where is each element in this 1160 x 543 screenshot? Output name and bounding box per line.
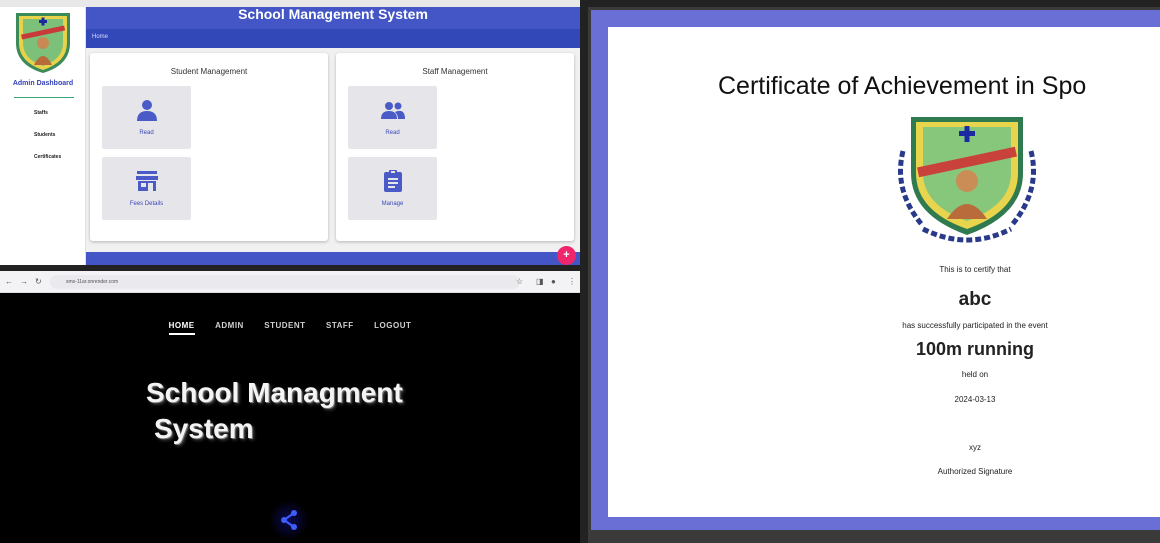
college-seal-icon (898, 117, 1036, 243)
hero-heading: School Managment System (146, 375, 403, 447)
student-read-tile[interactable]: Read (102, 86, 191, 149)
sidebar: Admin Dashboard Staffs Students Certific… (0, 7, 86, 265)
person-icon (137, 100, 157, 121)
sidebar-item-staffs[interactable]: Staffs (34, 110, 48, 116)
staff-management-card: Staff Management Read Manage (336, 53, 574, 241)
certificate-frame: Certificate of Achievement in Spo This i… (591, 10, 1160, 530)
group-icon (381, 102, 405, 119)
hero-line-1: School Managment (146, 377, 403, 408)
staff-manage-tile[interactable]: Manage (348, 157, 437, 220)
staff-read-label: Read (385, 130, 400, 136)
certify-text: This is to certify that (939, 265, 1011, 274)
share-button[interactable] (269, 500, 309, 540)
recipient-name: abc (958, 289, 992, 310)
event-name: 100m running (915, 339, 1035, 359)
reload-icon[interactable]: ↻ (35, 277, 42, 286)
sidepanel-icon[interactable]: ◨ (536, 277, 544, 286)
signature-label: Authorized Signature (937, 467, 1013, 476)
landing-page-panel: ← → ↻ sms-11ar.onrender.com ☆ ◨ ● ⋮ HOME… (0, 271, 580, 543)
kebab-menu-icon[interactable]: ⋮ (568, 277, 576, 286)
screenshot-collage: School Management System Home Admin Dash… (0, 0, 1160, 543)
app-header: School Management System (86, 7, 580, 29)
certificate-panel: Certificate of Achievement in Spo This i… (588, 7, 1160, 543)
certificate-page: Certificate of Achievement in Spo This i… (608, 27, 1160, 517)
url-text: sms-11ar.onrender.com (66, 279, 119, 285)
sidebar-item-certificates[interactable]: Certificates (34, 154, 61, 160)
event-date: 2024-03-13 (954, 395, 996, 404)
sidebar-title: Admin Dashboard (12, 80, 74, 87)
signature-text: xyz (969, 443, 981, 452)
app-title: School Management System (238, 6, 428, 22)
student-read-label: Read (139, 130, 154, 136)
extension-icon[interactable]: ● (551, 277, 556, 286)
staff-read-tile[interactable]: Read (348, 86, 437, 149)
nav-staff[interactable]: STAFF (326, 321, 354, 330)
nav-logout[interactable]: LOGOUT (374, 321, 411, 330)
forward-arrow-icon[interactable]: → (20, 277, 28, 286)
store-icon (136, 171, 158, 191)
fees-details-tile[interactable]: Fees Details (102, 157, 191, 220)
staff-management-title: Staff Management (422, 67, 488, 76)
nav-student[interactable]: STUDENT (264, 321, 305, 330)
nav-home[interactable]: HOME (168, 321, 195, 335)
top-nav: HOME ADMIN STUDENT STAFF LOGOUT (0, 315, 580, 335)
fees-details-label: Fees Details (129, 201, 164, 207)
clipboard-icon (384, 170, 402, 192)
student-management-card: Student Management Read Fees Details (90, 53, 328, 241)
staff-manage-label: Manage (381, 201, 404, 207)
breadcrumb-home[interactable]: Home (92, 34, 108, 40)
sidebar-item-students[interactable]: Students (34, 132, 55, 138)
nav-admin[interactable]: ADMIN (215, 321, 244, 330)
hero-line-2: System (154, 413, 254, 444)
browser-toolbar: ← → ↻ sms-11ar.onrender.com ☆ ◨ ● ⋮ (0, 271, 580, 293)
address-bar[interactable]: sms-11ar.onrender.com (50, 275, 520, 289)
footer-bar (86, 252, 580, 265)
college-logo-icon (16, 13, 70, 73)
share-icon (281, 510, 297, 530)
sidebar-divider (14, 97, 74, 98)
admin-dashboard-panel: School Management System Home Admin Dash… (0, 0, 580, 265)
back-arrow-icon[interactable]: ← (5, 277, 13, 286)
held-on-text: held on (961, 370, 989, 379)
participation-text: has successfully participated in the eve… (902, 321, 1048, 330)
add-fab-button[interactable]: + (557, 246, 576, 265)
bookmark-star-icon[interactable]: ☆ (516, 277, 523, 286)
breadcrumb: Home (86, 29, 580, 48)
certificate-title: Certificate of Achievement in Spo (718, 72, 1087, 100)
student-management-title: Student Management (170, 67, 248, 76)
